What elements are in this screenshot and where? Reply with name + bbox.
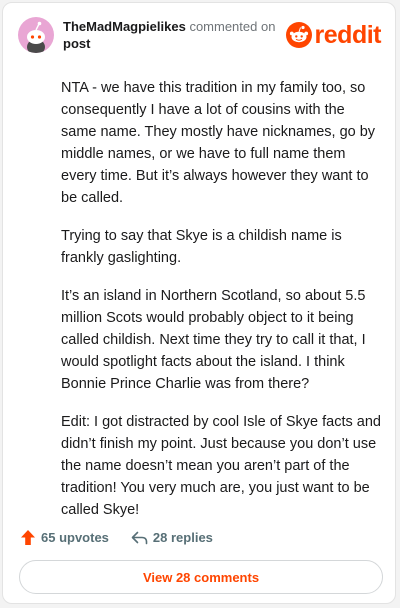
comment-paragraph: Trying to say that Skye is a childish na… bbox=[61, 228, 342, 266]
comment-actions: 65 upvotes 28 replies bbox=[20, 529, 213, 546]
user-avatar[interactable] bbox=[18, 17, 54, 53]
comment-paragraph: NTA - we have this tradition in my famil… bbox=[61, 80, 376, 206]
comment-paragraph: It’s an island in Northern Scotland, so … bbox=[61, 288, 366, 392]
action-text: commented on bbox=[189, 19, 276, 34]
comment-card: TheMadMagpielikes commented on post redd… bbox=[2, 2, 396, 604]
username-link[interactable]: TheMadMagpielikes bbox=[63, 19, 186, 34]
comment-body: NTA - we have this tradition in my famil… bbox=[61, 77, 383, 537]
view-comments-button[interactable]: View 28 comments bbox=[19, 560, 383, 594]
upvote-count: 65 upvotes bbox=[41, 530, 109, 545]
reply-count: 28 replies bbox=[152, 530, 213, 545]
comment-paragraph: Edit: I got distracted by cool Isle of S… bbox=[61, 414, 381, 518]
upvote-arrow-icon bbox=[21, 530, 35, 545]
reddit-snoo-icon bbox=[285, 22, 312, 48]
comment-header: TheMadMagpielikes commented on bbox=[63, 19, 275, 35]
upvote-button[interactable]: 65 upvotes bbox=[20, 529, 109, 546]
reddit-logo[interactable]: reddit bbox=[285, 21, 382, 49]
logo-wordmark: reddit bbox=[314, 21, 382, 49]
snoo-avatar-icon bbox=[27, 21, 45, 53]
reply-arrow-icon bbox=[131, 531, 148, 544]
replies-button[interactable]: 28 replies bbox=[131, 530, 213, 545]
post-link[interactable]: post bbox=[63, 36, 90, 52]
